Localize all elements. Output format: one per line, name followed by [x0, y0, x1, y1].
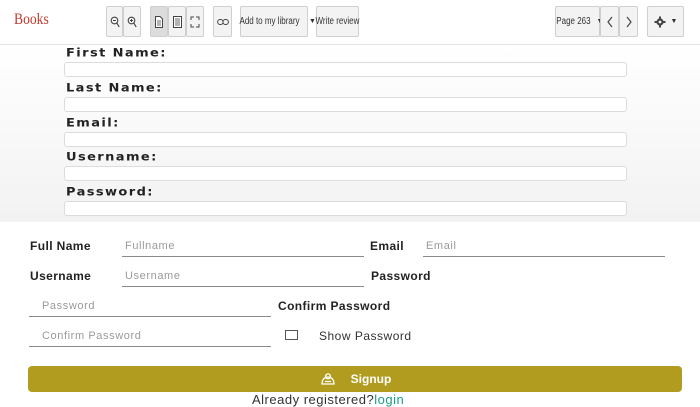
confirm-password-label: Confirm Password	[278, 299, 391, 313]
signup-label: Signup	[350, 372, 392, 386]
email-label: Email:	[66, 117, 120, 130]
password-label: Password:	[66, 186, 154, 199]
email-box[interactable]	[64, 132, 627, 147]
full-name-label: Full Name	[30, 239, 91, 253]
zoom-in-icon	[127, 16, 137, 27]
password-box[interactable]	[64, 201, 627, 216]
link-icon	[216, 18, 229, 25]
username-input[interactable]	[122, 268, 364, 287]
username-label: Username:	[66, 151, 158, 164]
signup-button[interactable]: Signup	[28, 366, 682, 392]
single-page-view-button[interactable]	[150, 6, 168, 37]
single-page-icon	[155, 15, 163, 28]
last-name-label: Last Name:	[66, 82, 163, 95]
book-page-form: First Name: Last Name: Email: Username: …	[0, 45, 700, 222]
add-to-library-button[interactable]: Add to my library ▼	[239, 6, 316, 37]
fullscreen-icon	[190, 16, 200, 27]
zoom-out-button[interactable]	[106, 6, 123, 37]
link-button[interactable]	[213, 6, 232, 37]
confirm-password-input[interactable]	[29, 328, 271, 347]
text-view-icon	[172, 15, 182, 28]
caret-down-icon: ▼	[670, 18, 678, 25]
first-name-label: First Name:	[66, 47, 167, 60]
fullname-input[interactable]	[122, 238, 364, 257]
previous-page-button[interactable]	[600, 6, 619, 37]
zoom-out-icon	[110, 16, 120, 27]
gear-icon	[654, 16, 666, 27]
page-select[interactable]: Page 263 ▼	[555, 6, 603, 37]
show-password-label: Show Password	[319, 329, 412, 343]
text-view-button[interactable]	[168, 6, 186, 37]
email-label: Email	[370, 239, 405, 253]
chevron-left-icon	[606, 16, 612, 27]
password-input[interactable]	[29, 298, 271, 317]
settings-button[interactable]: ▼	[647, 6, 684, 37]
write-review-button[interactable]: Write review	[316, 6, 359, 37]
email-input[interactable]	[423, 238, 665, 257]
chevron-right-icon	[626, 16, 632, 27]
password-label: Password	[371, 269, 431, 283]
toolbar: Books Add to my library ▼ Write review P…	[0, 0, 700, 45]
fullscreen-button[interactable]	[186, 6, 204, 37]
last-name-box[interactable]	[64, 97, 627, 112]
books-logo[interactable]: Books	[14, 11, 49, 29]
zoom-in-button[interactable]	[123, 6, 141, 37]
first-name-box[interactable]	[64, 62, 627, 77]
write-review-label: Write review	[315, 16, 360, 27]
username-label: Username	[30, 269, 92, 283]
username-box[interactable]	[64, 166, 627, 181]
show-password-checkbox[interactable]	[285, 330, 298, 340]
add-to-library-label: Add to my library	[239, 16, 300, 27]
user-icon	[321, 373, 335, 385]
page-label: Page 263	[555, 16, 591, 27]
next-page-button[interactable]	[619, 6, 638, 37]
